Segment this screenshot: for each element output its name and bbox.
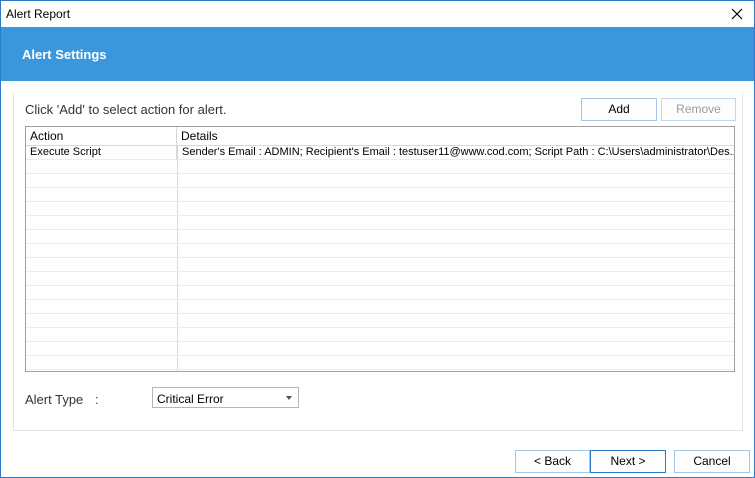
add-button[interactable]: Add: [581, 98, 657, 121]
header-banner: Alert Settings: [1, 27, 754, 81]
chevron-down-icon: [286, 396, 292, 400]
alert-type-select[interactable]: Critical Error: [152, 387, 299, 408]
empty-row: [26, 202, 734, 216]
empty-row: [26, 216, 734, 230]
empty-row: [26, 314, 734, 328]
alert-type-label: Alert Type: [25, 392, 84, 407]
title-bar: Alert Report: [1, 1, 754, 27]
empty-row: [26, 188, 734, 202]
empty-row: [26, 286, 734, 300]
empty-row: [26, 272, 734, 286]
row-details-cell: Sender's Email : ADMIN; Recipient's Emai…: [182, 146, 734, 158]
next-button[interactable]: Next >: [590, 450, 666, 473]
remove-button[interactable]: Remove: [661, 98, 736, 121]
page-title: Alert Settings: [22, 47, 107, 62]
instruction-text: Click 'Add' to select action for alert.: [25, 102, 227, 117]
empty-row: [26, 174, 734, 188]
empty-row: [26, 258, 734, 272]
back-button[interactable]: < Back: [515, 450, 590, 473]
alert-report-window: Alert Report Alert Settings Click 'Add' …: [0, 0, 755, 478]
alert-type-colon: :: [95, 392, 99, 407]
cancel-button[interactable]: Cancel: [674, 450, 750, 473]
close-button[interactable]: [720, 1, 754, 27]
action-table[interactable]: Action Details Execute Script Sender's E…: [25, 126, 735, 372]
row-action-cell: Execute Script: [26, 146, 177, 160]
empty-row: [26, 230, 734, 244]
table-row[interactable]: Execute Script Sender's Email : ADMIN; R…: [26, 146, 734, 160]
alert-type-value: Critical Error: [157, 392, 224, 406]
window-title: Alert Report: [6, 7, 71, 21]
empty-row: [26, 244, 734, 258]
column-header-action[interactable]: Action: [26, 127, 177, 146]
empty-row: [26, 160, 734, 174]
close-icon: [731, 8, 743, 20]
column-header-details[interactable]: Details: [177, 127, 734, 146]
table-header: Action Details: [26, 127, 734, 146]
empty-row: [26, 328, 734, 342]
empty-row: [26, 342, 734, 356]
empty-row: [26, 300, 734, 314]
empty-row: [26, 356, 734, 370]
